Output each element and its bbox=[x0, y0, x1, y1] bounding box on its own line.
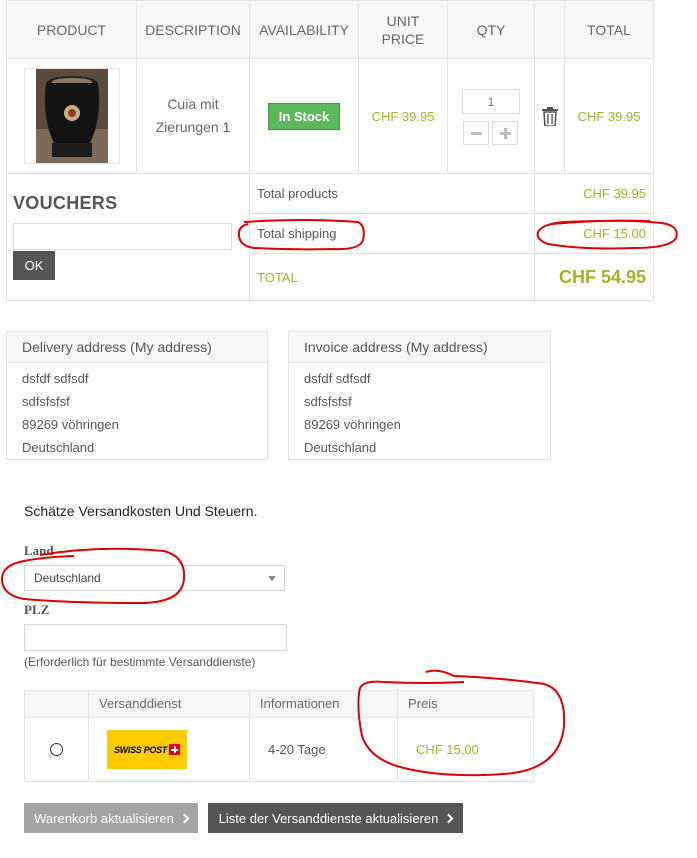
row-total: CHF 39.95 bbox=[577, 108, 641, 124]
col-delete-header bbox=[534, 0, 565, 59]
total-products-value-cell: CHF 39.95 bbox=[534, 173, 654, 214]
unit-price-cell: CHF 39.95 bbox=[358, 58, 448, 174]
qty-increase-button[interactable] bbox=[492, 121, 518, 145]
chevron-right-icon bbox=[443, 813, 454, 823]
estimate-title: Schätze Versandkosten Und Steuern. bbox=[24, 503, 258, 519]
service-radio[interactable] bbox=[50, 743, 63, 756]
delivery-address-title: Delivery address (My address) bbox=[7, 332, 267, 363]
qty-cell bbox=[447, 58, 535, 174]
minus-icon bbox=[470, 131, 482, 135]
total-shipping-label: Total shipping bbox=[257, 226, 337, 241]
country-select[interactable]: Deutschland bbox=[24, 565, 285, 591]
total-products-label: Total products bbox=[257, 186, 338, 201]
voucher-code-input[interactable] bbox=[13, 223, 232, 250]
delivery-address-line: sdfsfsfsf bbox=[22, 394, 70, 409]
in-stock-badge: In Stock bbox=[267, 102, 341, 130]
total-value: CHF 54.95 bbox=[558, 266, 646, 287]
invoice-address-box: Invoice address (My address) dsfdf sdfsd… bbox=[288, 331, 551, 460]
unit-price: CHF 39.95 bbox=[371, 108, 435, 124]
col-total-header: TOTAL bbox=[564, 0, 654, 59]
col-qty-header: QTY bbox=[447, 0, 535, 59]
col-unit-price-header: UNIT PRICE bbox=[358, 0, 448, 59]
country-label: Land bbox=[24, 543, 54, 558]
total-label-cell: TOTAL bbox=[249, 253, 535, 301]
plus-icon bbox=[499, 127, 511, 139]
product-image-cell bbox=[6, 58, 137, 174]
invoice-address-title: Invoice address (My address) bbox=[289, 332, 550, 363]
vouchers-cell: VOUCHERS OK bbox=[6, 173, 250, 301]
swiss-post-logo: SWISS POST bbox=[107, 730, 187, 769]
vouchers-title: VOUCHERS bbox=[13, 193, 118, 213]
total-value-cell: CHF 54.95 bbox=[534, 253, 654, 301]
total-shipping-label-cell: Total shipping bbox=[249, 213, 535, 254]
col-info-header: Informationen bbox=[249, 690, 398, 718]
service-logo-cell: SWISS POST bbox=[88, 717, 250, 782]
swiss-cross-icon bbox=[169, 744, 180, 755]
service-select-cell bbox=[24, 717, 89, 782]
update-cart-button[interactable]: Warenkorb aktualisieren bbox=[24, 803, 198, 833]
service-price-cell: CHF 15.00 bbox=[397, 717, 534, 782]
col-description-header: DESCRIPTION bbox=[136, 0, 250, 59]
total-shipping-value-cell: CHF 15.00 bbox=[534, 213, 654, 254]
total-products-value: CHF 39.95 bbox=[583, 186, 646, 201]
trash-icon[interactable] bbox=[541, 106, 558, 127]
total-shipping-value: CHF 15.00 bbox=[583, 226, 646, 241]
product-image[interactable] bbox=[23, 68, 120, 164]
total-label: TOTAL bbox=[257, 269, 298, 285]
zip-label: PLZ bbox=[24, 602, 50, 617]
delivery-address-line: 89269 vöhringen bbox=[22, 417, 119, 432]
service-info-cell: 4-20 Tage bbox=[249, 717, 398, 782]
qty-decrease-button[interactable] bbox=[463, 121, 489, 145]
chevron-right-icon bbox=[179, 813, 190, 823]
total-products-label-cell: Total products bbox=[249, 173, 535, 214]
delivery-address-line: Deutschland bbox=[22, 440, 95, 455]
service-info: 4-20 Tage bbox=[268, 742, 326, 757]
col-price-header: Preis bbox=[397, 690, 534, 718]
invoice-address-line: Deutschland bbox=[304, 440, 377, 455]
invoice-address-line: sdfsfsfsf bbox=[304, 394, 352, 409]
invoice-address-line: 89269 vöhringen bbox=[304, 417, 401, 432]
invoice-address-line: dsfdf sdfsdf bbox=[304, 371, 371, 386]
delivery-address-line: dsfdf sdfsdf bbox=[22, 371, 89, 386]
voucher-ok-button[interactable]: OK bbox=[13, 251, 55, 280]
delivery-address-box: Delivery address (My address) dsfdf sdfs… bbox=[6, 331, 268, 460]
col-product-header: PRODUCT bbox=[6, 0, 137, 59]
delete-cell bbox=[534, 58, 565, 174]
row-total-cell: CHF 39.95 bbox=[564, 58, 654, 174]
availability-cell: In Stock bbox=[249, 58, 359, 174]
zip-note: (Erforderlich für bestimmte Versanddiens… bbox=[24, 655, 256, 669]
quantity-input[interactable] bbox=[462, 89, 520, 114]
product-description-cell: Cuia mit Zierungen 1 bbox=[136, 58, 250, 174]
col-availability-header: AVAILABILITY bbox=[249, 0, 359, 59]
product-name-link[interactable]: Cuia mit Zierungen 1 bbox=[148, 93, 238, 139]
col-select-header bbox=[24, 690, 89, 718]
zip-input[interactable] bbox=[24, 624, 287, 651]
update-shipping-services-button[interactable]: Liste der Versanddienste aktualisieren bbox=[208, 803, 463, 833]
col-service-header: Versanddienst bbox=[88, 690, 250, 718]
chevron-down-icon bbox=[268, 576, 276, 581]
country-select-value: Deutschland bbox=[34, 571, 101, 585]
service-price: CHF 15.00 bbox=[416, 742, 479, 757]
